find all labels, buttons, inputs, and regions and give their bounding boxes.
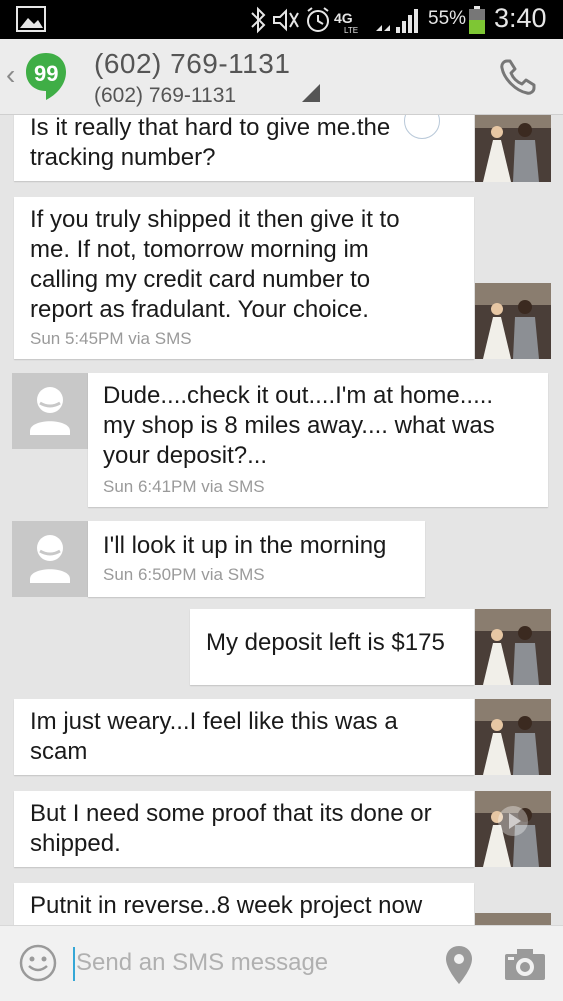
gallery-icon: [16, 6, 46, 32]
message-text: Putnit in reverse..8 week project now: [30, 892, 423, 919]
battery-percent: 55%: [428, 8, 467, 29]
contact-name[interactable]: (602) 769-1131: [94, 48, 290, 80]
message-timestamp: Sun 5:45PM via SMS: [30, 329, 192, 348]
message-bubble-sent[interactable]: Putnit in reverse..8 week project now: [14, 883, 474, 925]
svg-text:4G: 4G: [334, 10, 353, 26]
camera-icon[interactable]: [503, 946, 547, 982]
message-bubble-sent[interactable]: But I need some proof that its done or s…: [14, 791, 474, 867]
text-cursor: [73, 947, 75, 981]
message-text: My deposit left is $175: [206, 629, 445, 656]
play-overlay-icon: [498, 806, 528, 836]
smiley-icon[interactable]: [18, 943, 58, 983]
clock: 3:40: [494, 3, 547, 33]
message-bubble-sent[interactable]: Is it really that hard to give me.the tr…: [14, 115, 474, 181]
back-chevron-icon[interactable]: ‹: [6, 59, 15, 91]
couple-photo-icon: [475, 699, 551, 775]
message-text: I'll look it up in the morning: [103, 532, 387, 559]
message-timestamp: Sun 6:41PM via SMS: [103, 477, 265, 496]
message-text: Dude....check it out....I'm at home.....…: [103, 382, 495, 469]
message-text: Im just weary...I feel like this was a s…: [30, 708, 398, 765]
touch-indicator: [404, 115, 440, 139]
message-bubble-sent[interactable]: Im just weary...I feel like this was a s…: [14, 699, 474, 775]
svg-text:LTE: LTE: [344, 26, 358, 35]
message-bubble-sent[interactable]: My deposit left is $175: [190, 609, 474, 685]
phone-call-icon[interactable]: [498, 57, 538, 97]
hangouts-logo-icon[interactable]: 99: [24, 51, 68, 101]
couple-photo-icon: [475, 115, 551, 182]
avatar-photo[interactable]: [475, 913, 551, 925]
status-icons: 4G LTE: [251, 6, 418, 35]
battery-icon: [469, 6, 485, 34]
signal-icon: [376, 9, 418, 33]
contact-number[interactable]: (602) 769-1131: [94, 84, 236, 108]
message-composer: [0, 925, 563, 1001]
avatar-photo[interactable]: [475, 283, 551, 359]
alarm-icon: [307, 7, 329, 32]
couple-photo-icon: [475, 283, 551, 359]
avatar-photo[interactable]: [475, 791, 551, 867]
avatar-placeholder[interactable]: [12, 521, 88, 597]
message-text: But I need some proof that its done or s…: [30, 800, 432, 857]
message-text: Is it really that hard to give me.the tr…: [30, 115, 391, 171]
status-bar: 4G LTE 55% 3:40: [0, 0, 563, 39]
message-timestamp: Sun 6:50PM via SMS: [103, 565, 265, 584]
conversation-header: ‹ 99 (602) 769-1131 (602) 769-1131: [0, 39, 563, 115]
person-icon: [30, 535, 70, 583]
message-bubble-received[interactable]: I'll look it up in the morning Sun 6:50P…: [88, 521, 425, 597]
number-dropdown-icon[interactable]: [302, 84, 320, 102]
couple-photo-icon: [475, 913, 551, 925]
avatar-photo[interactable]: [475, 699, 551, 775]
couple-photo-icon: [475, 609, 551, 685]
avatar-photo[interactable]: [475, 115, 551, 182]
sms-message-input[interactable]: [76, 943, 396, 983]
message-list[interactable]: Is it really that hard to give me.the tr…: [0, 115, 563, 925]
mute-icon: [273, 8, 299, 32]
message-bubble-received[interactable]: Dude....check it out....I'm at home.....…: [88, 373, 548, 507]
message-text: If you truly shipped it then give it to …: [30, 206, 400, 323]
avatar-photo[interactable]: [475, 609, 551, 685]
bluetooth-icon: [251, 6, 266, 34]
avatar-placeholder[interactable]: [12, 373, 88, 449]
person-icon: [30, 387, 70, 435]
logo-glyph: 99: [34, 61, 58, 86]
message-bubble-sent[interactable]: If you truly shipped it then give it to …: [14, 197, 474, 359]
location-pin-icon[interactable]: [444, 944, 474, 986]
4g-lte-icon: 4G LTE: [334, 10, 358, 35]
